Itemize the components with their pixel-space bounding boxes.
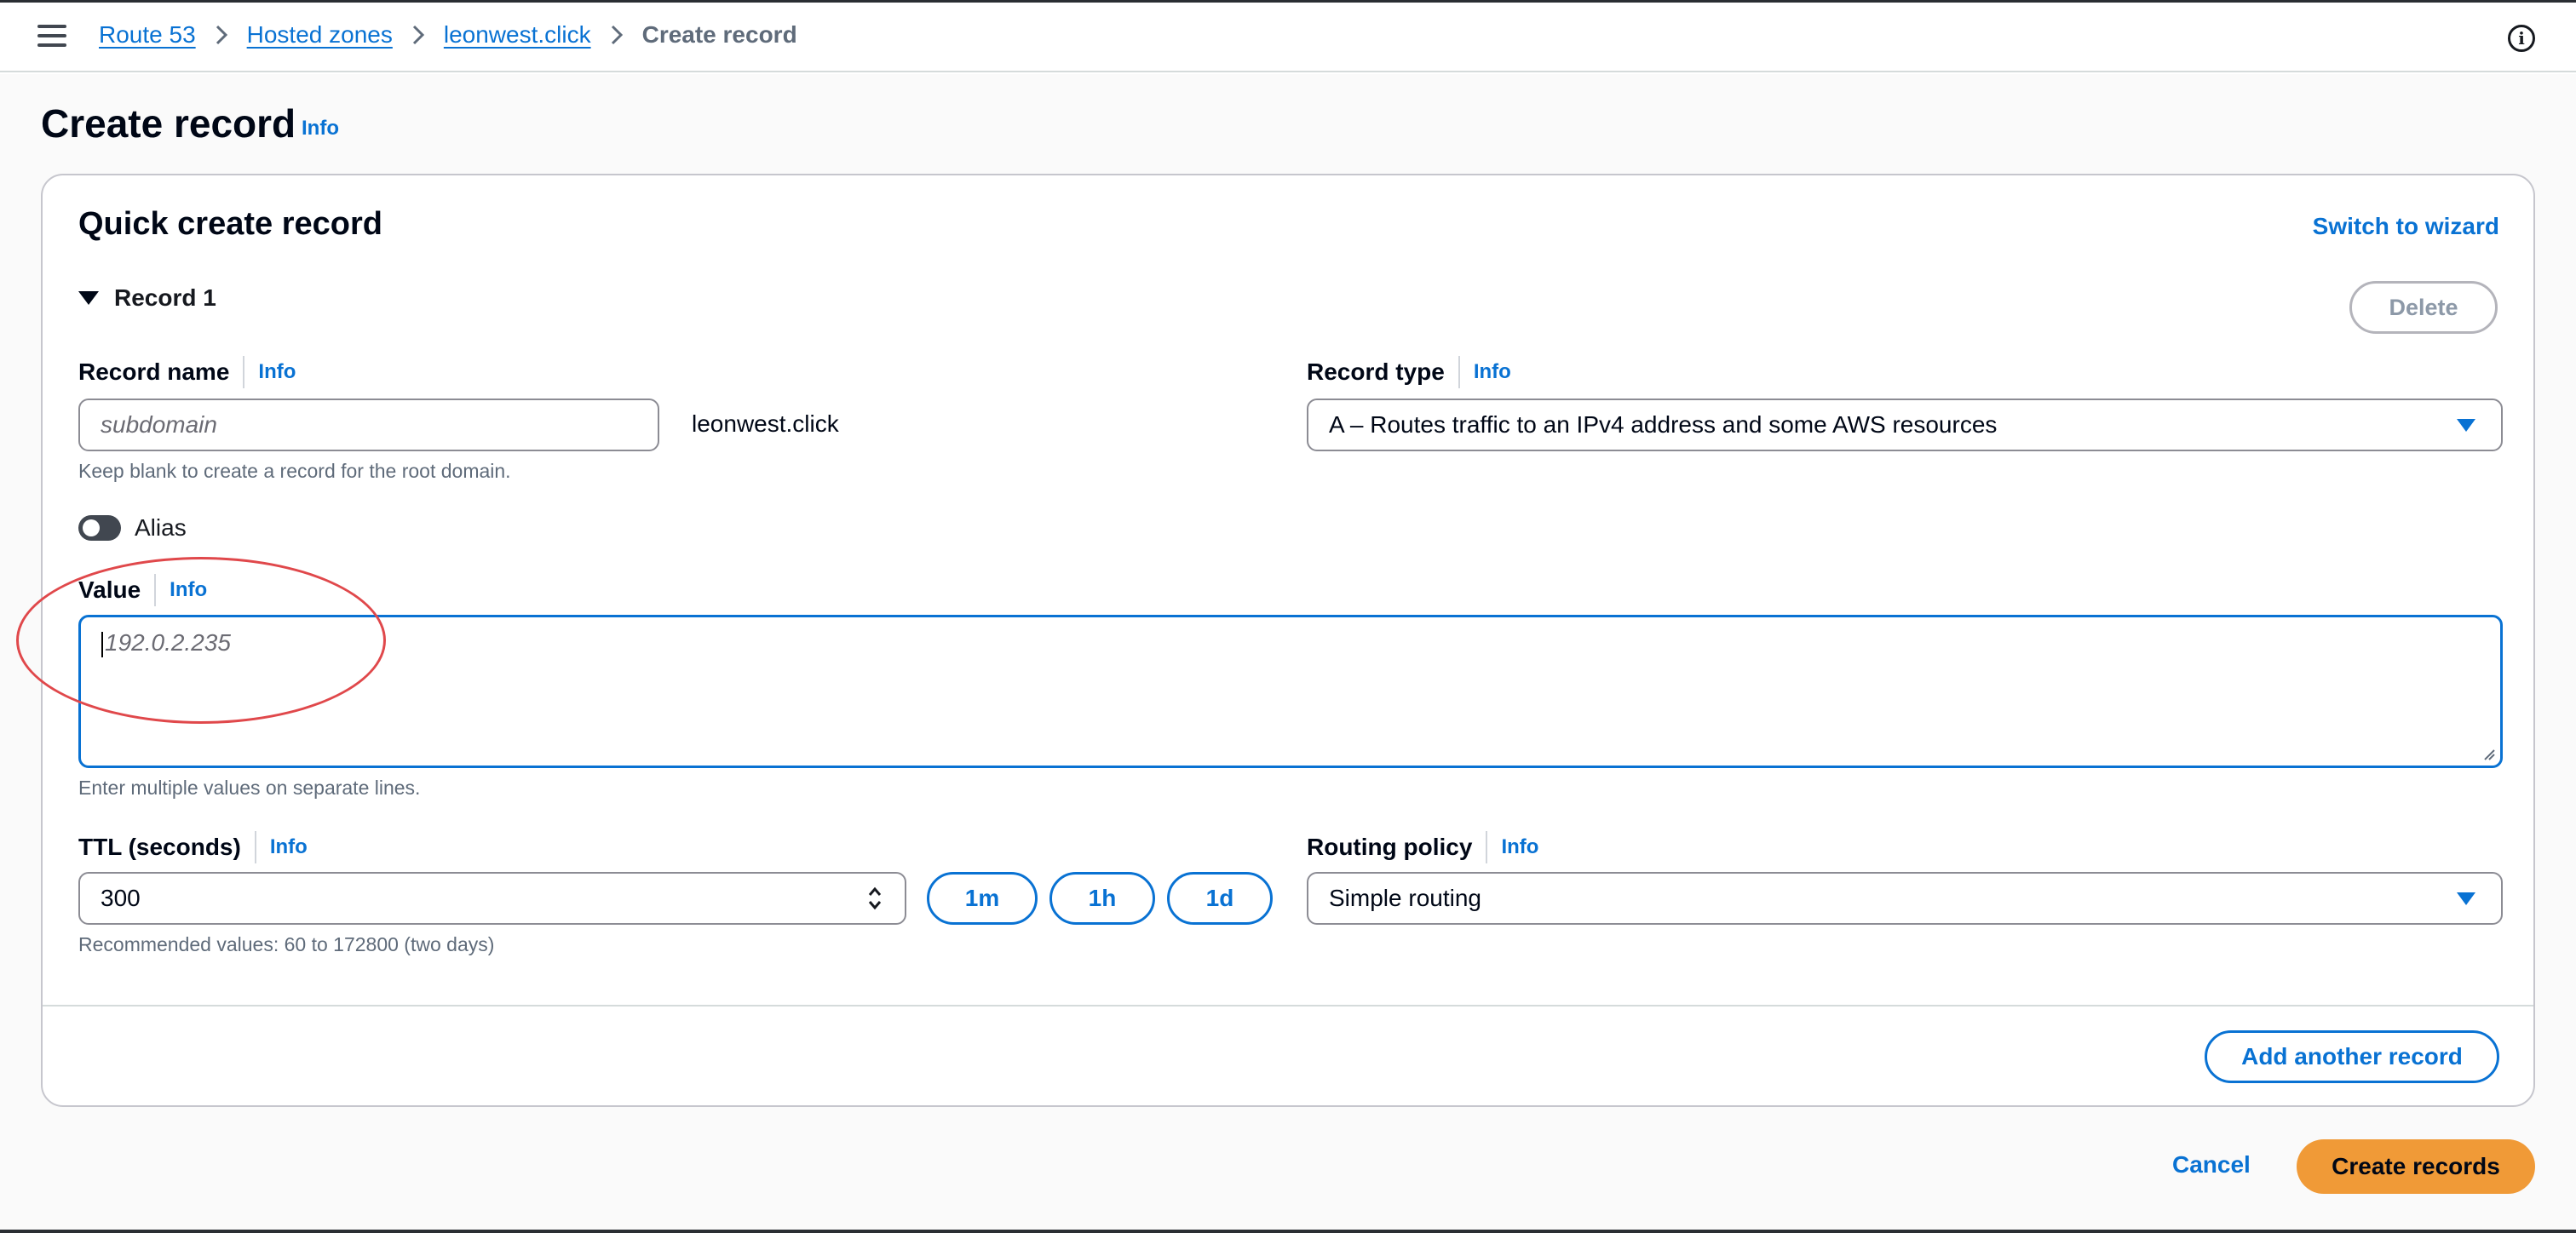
page-info-link[interactable]: Info bbox=[302, 117, 339, 141]
ttl-label: TTL (seconds) bbox=[78, 834, 241, 860]
ttl-preset-1d[interactable]: 1d bbox=[1167, 872, 1273, 925]
cancel-button[interactable]: Cancel bbox=[2172, 1151, 2251, 1179]
record-name-label: Record name bbox=[78, 358, 230, 385]
value-info-link[interactable]: Info bbox=[170, 578, 207, 602]
value-help: Enter multiple values on separate lines. bbox=[78, 777, 421, 799]
routing-policy-info-link[interactable]: Info bbox=[1501, 835, 1538, 859]
value-label-row: Value Info bbox=[78, 574, 207, 606]
ttl-preset-1h[interactable]: 1h bbox=[1049, 872, 1155, 925]
routing-policy-value: Simple routing bbox=[1329, 885, 1481, 911]
record-name-label-row: Record name Info bbox=[78, 356, 296, 388]
switch-to-wizard-link[interactable]: Switch to wizard bbox=[2313, 213, 2499, 240]
record-expand-toggle[interactable]: Record 1 bbox=[78, 284, 216, 312]
breadcrumb-current: Create record bbox=[641, 21, 797, 48]
value-placeholder: 192.0.2.235 bbox=[105, 629, 231, 656]
routing-policy-label-row: Routing policy Info bbox=[1307, 831, 1538, 863]
record-type-select[interactable]: A – Routes traffic to an IPv4 address an… bbox=[1307, 399, 2503, 451]
record-header: Record 1 bbox=[114, 284, 216, 311]
value-label: Value bbox=[78, 576, 141, 603]
chevron-right-icon bbox=[411, 24, 425, 46]
record-type-value: A – Routes traffic to an IPv4 address an… bbox=[1329, 411, 1998, 438]
ttl-preset-1m[interactable]: 1m bbox=[927, 872, 1038, 925]
alias-label: Alias bbox=[135, 514, 187, 541]
chevron-right-icon bbox=[610, 24, 624, 46]
routing-policy-select[interactable]: Simple routing bbox=[1307, 872, 2503, 925]
delete-button[interactable]: Delete bbox=[2349, 281, 2498, 334]
resize-handle-icon[interactable] bbox=[2483, 748, 2495, 760]
quick-create-container: Quick create record Switch to wizard Rec… bbox=[41, 174, 2535, 1107]
breadcrumb: Route 53 Hosted zones leonwest.click Cre… bbox=[99, 21, 797, 49]
record-type-label: Record type bbox=[1307, 358, 1445, 385]
breadcrumb-route53[interactable]: Route 53 bbox=[99, 21, 196, 49]
record-type-info-link[interactable]: Info bbox=[1474, 360, 1511, 384]
ttl-info-link[interactable]: Info bbox=[270, 835, 308, 859]
alias-toggle[interactable]: Alias bbox=[78, 514, 187, 542]
stepper-icon[interactable] bbox=[867, 885, 883, 912]
record-name-placeholder: subdomain bbox=[101, 411, 217, 438]
ttl-label-row: TTL (seconds) Info bbox=[78, 831, 308, 863]
value-textarea[interactable]: 192.0.2.235 bbox=[78, 615, 2503, 768]
page-title: Create record bbox=[41, 101, 296, 146]
record-type-label-row: Record type Info bbox=[1307, 356, 1511, 388]
ttl-value: 300 bbox=[101, 885, 141, 911]
record-name-input[interactable]: subdomain bbox=[78, 399, 659, 451]
routing-policy-label: Routing policy bbox=[1307, 834, 1473, 860]
top-navigation: Route 53 Hosted zones leonwest.click Cre… bbox=[0, 3, 2576, 72]
toggle-switch-icon bbox=[78, 515, 121, 541]
container-divider bbox=[43, 1005, 2533, 1006]
info-panel-icon[interactable]: i bbox=[2508, 25, 2535, 52]
ttl-input[interactable]: 300 bbox=[78, 872, 906, 925]
ttl-help: Recommended values: 60 to 172800 (two da… bbox=[78, 933, 495, 955]
caret-down-icon bbox=[2457, 892, 2475, 905]
caret-down-icon bbox=[78, 291, 99, 305]
create-records-button[interactable]: Create records bbox=[2297, 1139, 2535, 1194]
caret-down-icon bbox=[2457, 419, 2475, 432]
record-name-help: Keep blank to create a record for the ro… bbox=[78, 460, 511, 482]
chevron-right-icon bbox=[215, 24, 228, 46]
window-bottom-border bbox=[0, 1230, 2576, 1233]
record-name-info-link[interactable]: Info bbox=[258, 360, 296, 384]
add-another-record-button[interactable]: Add another record bbox=[2205, 1030, 2499, 1083]
container-title: Quick create record bbox=[78, 206, 382, 242]
domain-suffix: leonwest.click bbox=[692, 410, 839, 437]
breadcrumb-hosted-zones[interactable]: Hosted zones bbox=[247, 21, 393, 49]
menu-icon[interactable] bbox=[37, 25, 66, 50]
breadcrumb-zone[interactable]: leonwest.click bbox=[444, 21, 591, 49]
